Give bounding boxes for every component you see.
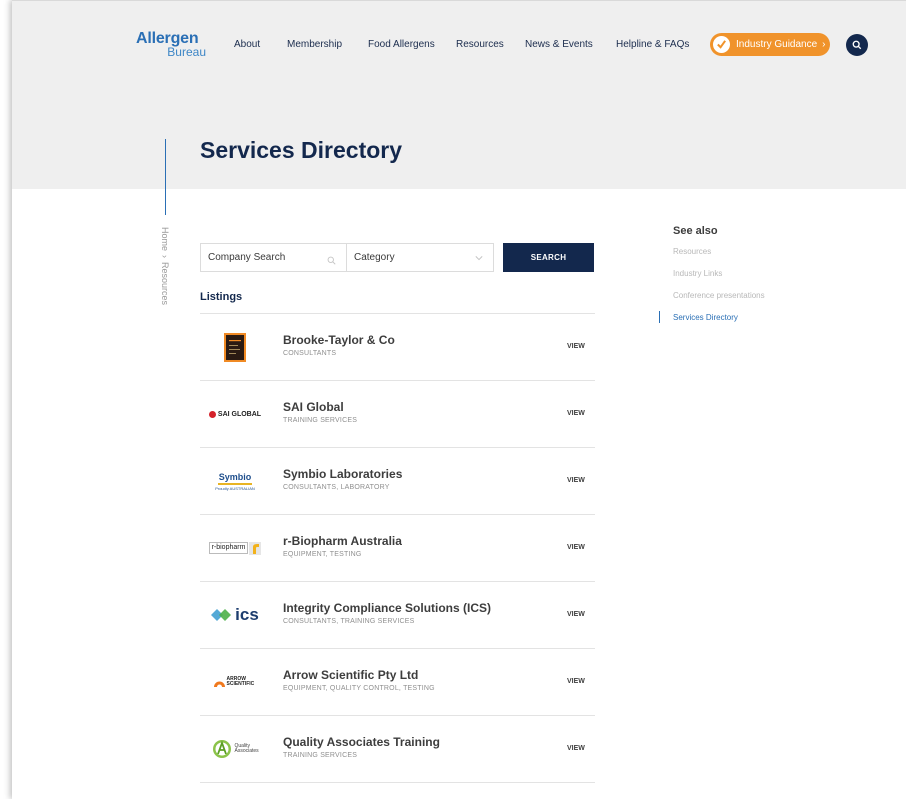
industry-guidance-label: Industry Guidance xyxy=(736,39,818,50)
see-also-conference-presentations[interactable]: Conference presentations xyxy=(673,289,765,311)
symbio-logo-sub: Proudly AUSTRALIAN xyxy=(215,485,255,491)
nav-membership[interactable]: Membership xyxy=(287,39,342,50)
listings-list: Brooke-Taylor & Co CONSULTANTS VIEW SAI … xyxy=(200,313,595,783)
industry-guidance-button[interactable]: Industry Guidance › xyxy=(710,33,830,56)
breadcrumb-divider xyxy=(165,139,166,215)
directory-search-bar: Category SEARCH xyxy=(200,243,595,272)
listing-name[interactable]: Integrity Compliance Solutions (ICS) xyxy=(283,601,491,615)
view-link[interactable]: VIEW xyxy=(567,410,585,417)
ics-logo-text: ics xyxy=(235,605,259,624)
brooke-taylor-logo xyxy=(200,314,270,380)
listing-category: EQUIPMENT, TESTING xyxy=(283,551,362,558)
r-biopharm-logo-text: r-biopharm xyxy=(208,542,249,554)
search-button[interactable]: SEARCH xyxy=(503,243,594,272)
sai-global-logo-text: SAI GLOBAL xyxy=(217,410,262,418)
company-search-input[interactable] xyxy=(208,252,318,263)
quality-associates-logo-text: Quality Associates xyxy=(234,743,259,754)
nav-about[interactable]: About xyxy=(234,39,260,50)
list-item[interactable]: ARROW SCIENTIFIC Arrow Scientific Pty Lt… xyxy=(200,648,595,715)
check-icon xyxy=(713,36,730,53)
list-item[interactable]: SAI GLOBAL SAI Global TRAINING SERVICES … xyxy=(200,380,595,447)
see-also-resources[interactable]: Resources xyxy=(673,245,765,267)
listing-name[interactable]: Symbio Laboratories xyxy=(283,467,402,481)
quality-associates-mark xyxy=(212,740,231,758)
chevron-right-icon: › xyxy=(822,39,826,50)
ics-logo: ics xyxy=(200,582,270,648)
listing-name[interactable]: SAI Global xyxy=(283,400,344,414)
list-item[interactable]: Brooke-Taylor & Co CONSULTANTS VIEW xyxy=(200,313,595,380)
page-title: Services Directory xyxy=(200,137,403,163)
search-icon[interactable] xyxy=(846,34,868,56)
view-link[interactable]: VIEW xyxy=(567,477,585,484)
arrow-scientific-logo-text: ARROW SCIENTIFIC xyxy=(226,676,255,687)
listing-name[interactable]: Brooke-Taylor & Co xyxy=(283,333,395,347)
view-link[interactable]: VIEW xyxy=(567,343,585,350)
view-link[interactable]: VIEW xyxy=(567,544,585,551)
ics-mark xyxy=(211,609,232,621)
listing-category: TRAINING SERVICES xyxy=(283,752,358,759)
breadcrumb-resources[interactable]: Resources xyxy=(160,262,170,305)
allergen-bureau-logo[interactable]: Allergen Bureau xyxy=(136,31,206,59)
listing-name[interactable]: Arrow Scientific Pty Ltd xyxy=(283,668,418,682)
view-link[interactable]: VIEW xyxy=(567,678,585,685)
symbio-logo: Symbio Proudly AUSTRALIAN xyxy=(200,448,270,514)
list-item[interactable]: Symbio Proudly AUSTRALIAN Symbio Laborat… xyxy=(200,447,595,514)
r-biopharm-logo: r-biopharm xyxy=(200,515,270,581)
page: Allergen Bureau About Membership Food Al… xyxy=(12,0,906,799)
search-icon xyxy=(327,252,336,270)
listing-category: EQUIPMENT, QUALITY CONTROL, TESTING xyxy=(283,685,435,692)
nav-food-allergens[interactable]: Food Allergens xyxy=(368,39,435,50)
symbio-logo-text: Symbio xyxy=(218,471,252,482)
breadcrumb: Home › Resources xyxy=(160,227,170,305)
listing-category: CONSULTANTS, TRAINING SERVICES xyxy=(283,618,415,625)
category-select-value: Category xyxy=(354,252,395,263)
listing-name[interactable]: r-Biopharm Australia xyxy=(283,534,402,548)
arrow-scientific-mark xyxy=(213,681,225,687)
nav-helpline-faqs[interactable]: Helpline & FAQs xyxy=(616,39,689,50)
nav-news-events[interactable]: News & Events xyxy=(525,39,593,50)
listing-category: TRAINING SERVICES xyxy=(283,417,358,424)
breadcrumb-separator: › xyxy=(160,255,170,259)
list-item[interactable]: Quality Associates Quality Associates Tr… xyxy=(200,715,595,783)
listings-heading: Listings xyxy=(200,291,243,303)
breadcrumb-home[interactable]: Home xyxy=(160,227,170,251)
category-select[interactable]: Category xyxy=(347,243,494,272)
chevron-down-icon xyxy=(475,253,483,264)
list-item[interactable]: r-biopharm r-Biopharm Australia EQUIPMEN… xyxy=(200,514,595,581)
see-also-heading: See also xyxy=(673,225,718,237)
arrow-scientific-logo: ARROW SCIENTIFIC xyxy=(200,649,270,715)
quality-associates-logo: Quality Associates xyxy=(200,716,270,782)
view-link[interactable]: VIEW xyxy=(567,745,585,752)
see-also-panel: See also Resources Industry Links Confer… xyxy=(659,225,765,333)
list-item[interactable]: ics Integrity Compliance Solutions (ICS)… xyxy=(200,581,595,648)
r-biopharm-mark xyxy=(249,541,262,555)
company-search-field[interactable] xyxy=(200,243,347,272)
nav-resources[interactable]: Resources xyxy=(456,39,504,50)
view-link[interactable]: VIEW xyxy=(567,611,585,618)
listing-category: CONSULTANTS xyxy=(283,350,337,357)
logo-line-2: Bureau xyxy=(167,45,206,59)
sai-global-logo: SAI GLOBAL xyxy=(200,381,270,447)
listing-category: CONSULTANTS, LABORATORY xyxy=(283,484,390,491)
sai-global-mark xyxy=(208,410,216,418)
see-also-services-directory[interactable]: Services Directory xyxy=(659,311,765,333)
listing-name[interactable]: Quality Associates Training xyxy=(283,735,440,749)
see-also-industry-links[interactable]: Industry Links xyxy=(673,267,765,289)
symbio-logo-bar xyxy=(218,482,252,485)
